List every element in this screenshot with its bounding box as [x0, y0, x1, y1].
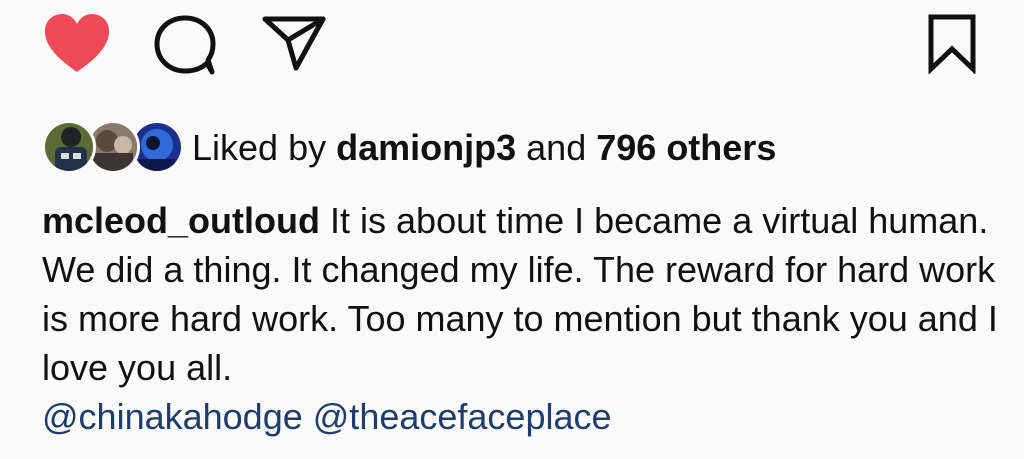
- likes-prefix: Liked by: [192, 127, 327, 168]
- likes-conjunction: and: [526, 127, 587, 168]
- avatar: [42, 120, 96, 174]
- share-paper-plane-icon[interactable]: [260, 14, 328, 72]
- bookmark-icon[interactable]: [922, 12, 982, 74]
- caption-username[interactable]: mcleod_outloud: [42, 200, 320, 241]
- comment-icon[interactable]: [152, 14, 218, 76]
- liker-username[interactable]: damionjp3: [336, 127, 516, 168]
- caption-mentions: @chinakahodge @theacefaceplace: [42, 392, 612, 441]
- post-caption: mcleod_outloud It is about time I became…: [42, 196, 1002, 392]
- likes-text: Liked by damionjp3 and 796 others: [192, 126, 776, 170]
- mention-link[interactable]: @chinakahodge: [42, 396, 303, 437]
- post-action-bar: [0, 0, 1024, 90]
- likes-others-count[interactable]: 796 others: [596, 127, 776, 168]
- likes-summary[interactable]: Liked by damionjp3 and 796 others: [42, 118, 992, 178]
- like-heart-icon[interactable]: [42, 12, 112, 76]
- mention-link[interactable]: @theacefaceplace: [313, 396, 612, 437]
- liker-avatars: [42, 118, 184, 178]
